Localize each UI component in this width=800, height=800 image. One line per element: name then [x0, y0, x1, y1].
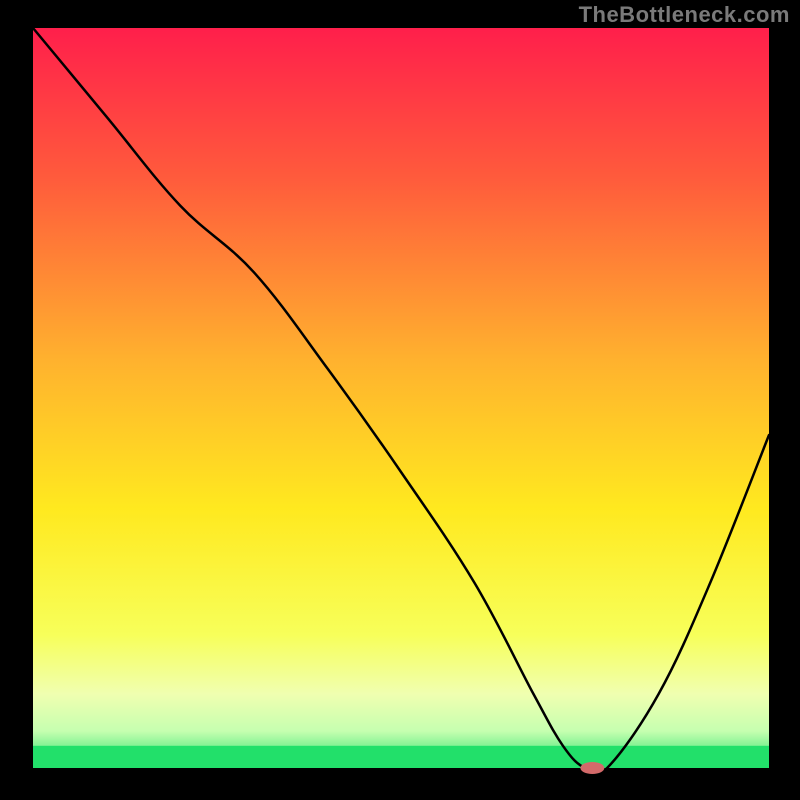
chart-svg	[0, 0, 800, 800]
plot-background	[33, 28, 769, 768]
green-band	[33, 746, 769, 768]
chart-frame: { "watermark": "TheBottleneck.com", "cha…	[0, 0, 800, 800]
optimal-marker	[580, 762, 604, 774]
watermark-text: TheBottleneck.com	[579, 2, 790, 28]
